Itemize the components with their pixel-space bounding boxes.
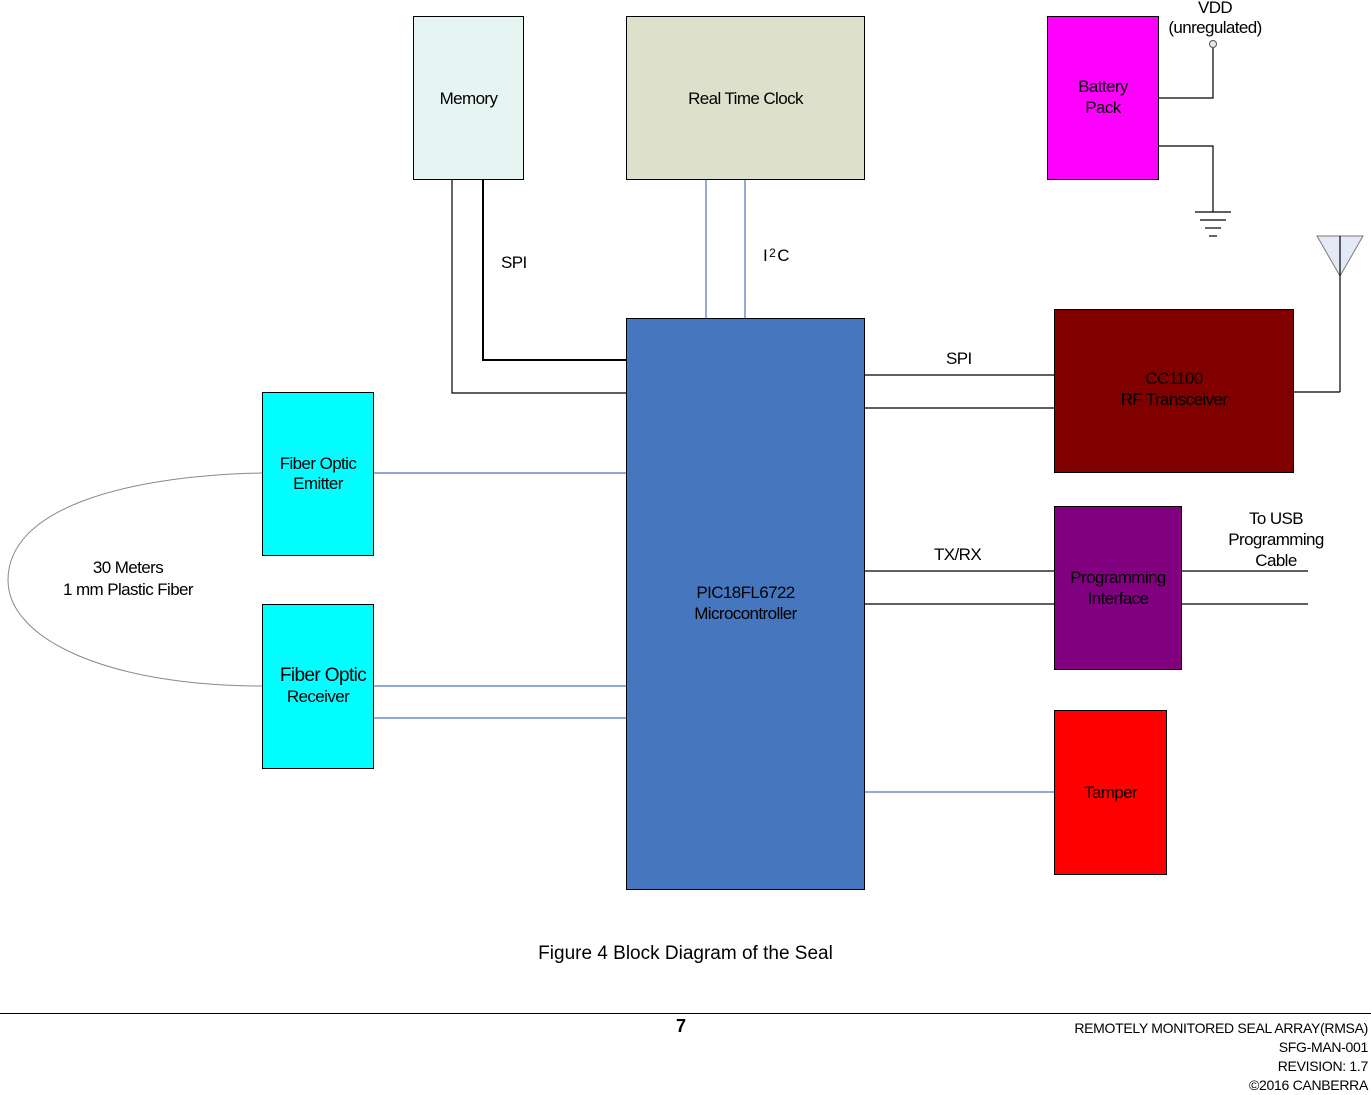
footer-doc-info: REMOTELY MONITORED SEAL ARRAY(RMSA) SFG-…	[1074, 1019, 1368, 1095]
usb-cable-label: To USB Programming Cable	[1214, 508, 1338, 571]
fiber-line1: 30 Meters	[92, 558, 164, 577]
mcu-label-line2: Microcontroller	[694, 604, 797, 623]
page-number: 7	[676, 1016, 687, 1036]
receiver-label-line1: Fiber Optic	[279, 665, 367, 686]
rtc-label: Real Time Clock	[688, 88, 803, 108]
fiber-line2: 1 mm Plastic Fiber	[63, 580, 194, 599]
tamper-label: Tamper	[1083, 783, 1138, 802]
spi-memory-label: SPI	[501, 253, 527, 272]
footer-divider	[0, 1013, 1371, 1014]
battery-label-line2: Pack	[1085, 98, 1121, 117]
prog-label-line2: Interface	[1087, 589, 1149, 608]
txrx-label: TX/RX	[934, 545, 982, 564]
mcu-label-line1: PIC18FL6722	[696, 583, 795, 602]
tamper-block: Tamper	[1054, 710, 1167, 875]
vdd-terminal-icon	[1209, 40, 1217, 48]
microcontroller-block: PIC18FL6722 Microcontroller	[626, 318, 865, 890]
vdd-label: VDD (unregulated)	[1163, 0, 1267, 38]
memory-label: Memory	[439, 88, 498, 108]
i2c-tail: C	[777, 246, 789, 265]
emitter-label-line1: Fiber Optic	[279, 454, 357, 473]
rtc-block: Real Time Clock	[626, 16, 865, 180]
rf-label-line2: RF Transceiver	[1120, 390, 1228, 409]
emitter-label-line2: Emitter	[293, 474, 343, 493]
wire-battery-vdd	[1158, 46, 1214, 99]
antenna-icon	[1316, 235, 1364, 392]
usb-line1: To USB	[1248, 509, 1304, 528]
programming-interface-block: Programming Interface	[1054, 506, 1182, 670]
footer-copyright: ©2016 CANBERRA	[1249, 1077, 1368, 1093]
ground-symbol-icon	[1195, 211, 1231, 237]
prog-label-line1: Programming	[1070, 568, 1166, 587]
battery-label-line1: Battery	[1078, 77, 1128, 96]
rf-label-line1: CC1100	[1145, 369, 1203, 388]
i2c-main: I	[763, 246, 768, 265]
fiber-optic-emitter-block: Fiber Optic Emitter	[262, 392, 374, 556]
footer-revision: REVISION: 1.7	[1277, 1058, 1369, 1074]
footer-doc-title: REMOTELY MONITORED SEAL ARRAY(RMSA)	[1074, 1020, 1368, 1036]
vdd-text: VDD	[1197, 0, 1233, 17]
usb-line3: Cable	[1255, 551, 1297, 570]
footer-doc-id: SFG-MAN-001	[1278, 1039, 1369, 1055]
rf-transceiver-block: CC1100 RF Transceiver	[1054, 309, 1294, 473]
i2c-label: I2C	[763, 243, 789, 266]
wire-battery-ground	[1158, 145, 1214, 212]
i2c-sup: 2	[769, 246, 776, 260]
fiber-length-label: 30 Meters 1 mm Plastic Fiber	[42, 557, 214, 601]
battery-pack-block: Battery Pack	[1047, 16, 1159, 180]
usb-line2: Programming	[1228, 530, 1324, 549]
figure-caption: Figure 4 Block Diagram of the Seal	[538, 943, 833, 964]
spi-rf-label: SPI	[946, 349, 972, 368]
memory-block: Memory	[413, 16, 524, 180]
vdd-note: (unregulated)	[1168, 18, 1262, 37]
receiver-label-line2: Receiver	[286, 687, 350, 706]
fiber-optic-receiver-block: Fiber Optic Receiver	[262, 604, 374, 769]
